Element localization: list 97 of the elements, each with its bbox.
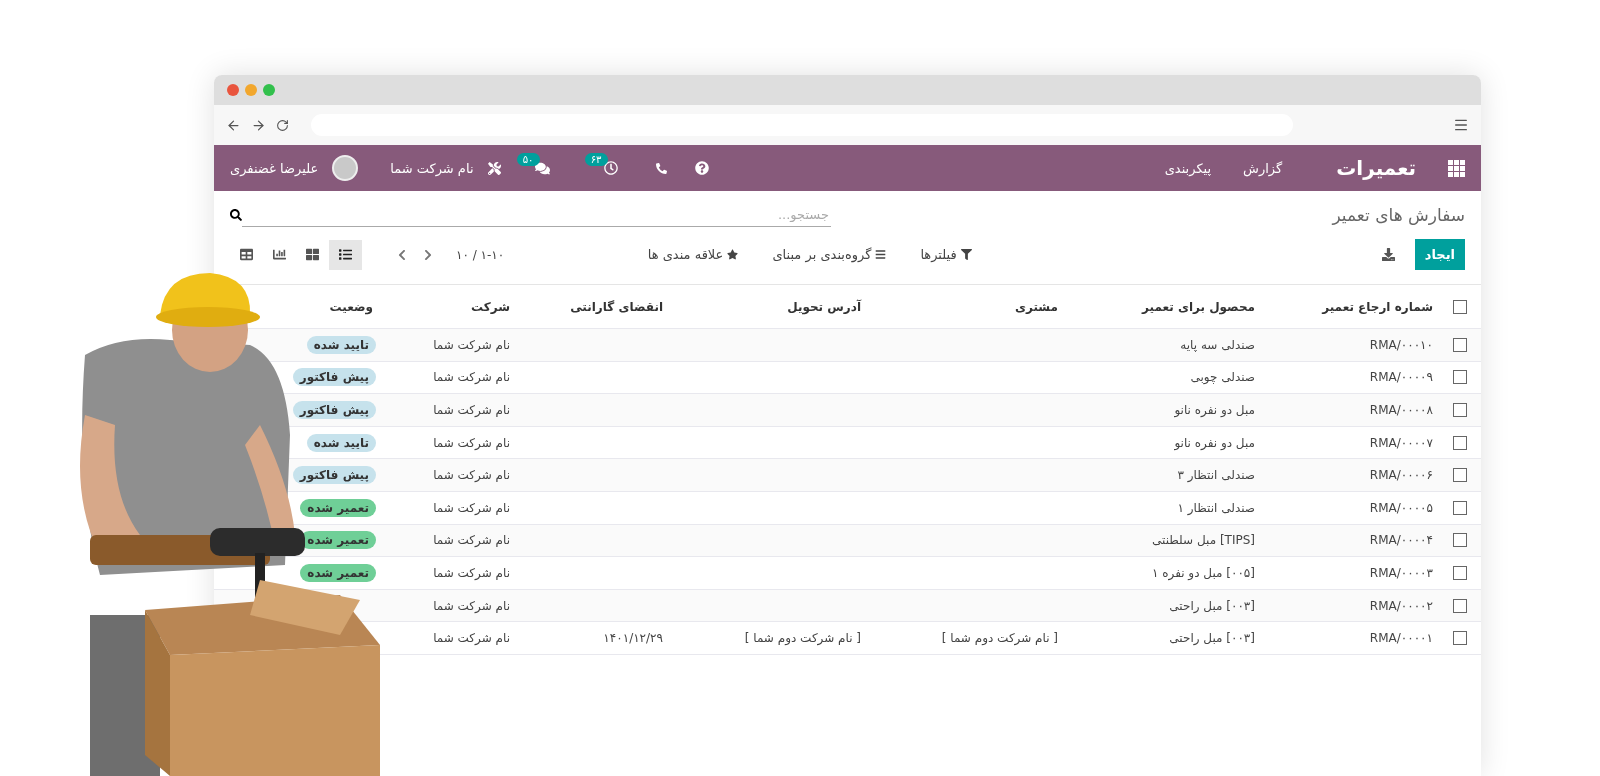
table-cell: RMA/۰۰۰۰۷ <box>1369 435 1433 450</box>
table-cell: RMA/۰۰۰۰۱ <box>1369 631 1433 646</box>
table-cell: [TIPS] مبل سلطنتی <box>1152 533 1255 548</box>
clock-icon[interactable] <box>603 161 618 175</box>
next-icon[interactable] <box>422 248 434 261</box>
column-header[interactable]: انقضای گارانتی <box>570 299 663 314</box>
pager: ۱-۱۰ / ۱۰ <box>456 247 505 262</box>
table-cell: نام شرکت شما <box>433 533 510 548</box>
status-tag: تایید شده <box>306 433 376 452</box>
status-tag: تعمیر شده <box>300 498 376 517</box>
list-icon <box>339 248 352 261</box>
apps-icon[interactable] <box>1448 159 1465 177</box>
app-title: تعمیرات <box>1336 156 1416 180</box>
table-cell: [۰۰۳] مبل راحتی <box>1169 598 1255 613</box>
reload-icon[interactable] <box>276 118 289 132</box>
table-cell: RMA/۰۰۰۰۳ <box>1369 565 1433 580</box>
table-cell: صندلی چوبی <box>1190 370 1255 385</box>
table-cell: نام شرکت شما <box>433 337 510 352</box>
table-cell: RMA/۰۰۰۰۸ <box>1369 403 1433 417</box>
table-cell: صندلی سه پایه <box>1180 337 1255 352</box>
list-icon <box>875 249 887 260</box>
minimize-window-dot[interactable] <box>245 84 257 96</box>
column-header[interactable]: شماره ارجاع تعمیر <box>1322 299 1433 314</box>
back-icon[interactable] <box>226 117 241 133</box>
table-cell: نام شرکت شما <box>433 435 510 450</box>
row-checkbox[interactable] <box>1453 468 1467 483</box>
table-cell: مبل دو نفره نانو <box>1174 435 1255 450</box>
menu-item[interactable]: گزارش <box>1243 160 1283 176</box>
table-cell: نام شرکت شما <box>433 468 510 483</box>
avatar[interactable] <box>332 155 359 181</box>
table-cell: [ نام شرکت دوم شما ] <box>941 631 1058 646</box>
tools-icon[interactable] <box>487 161 501 175</box>
breadcrumb: سفارش های تعمیر <box>1330 205 1465 225</box>
user-name[interactable]: علیرضا غضنفری <box>230 160 319 176</box>
row-checkbox[interactable] <box>1453 631 1467 646</box>
row-checkbox[interactable] <box>1453 500 1467 515</box>
table-cell: نام شرکت شما <box>433 500 510 515</box>
table-cell: [ نام شرکت دوم شما ] <box>744 631 861 646</box>
company-name[interactable]: نام شرکت شما <box>390 160 474 176</box>
column-header[interactable]: شرکت <box>471 299 510 314</box>
column-header[interactable]: وضعیت <box>329 299 373 314</box>
row-checkbox[interactable] <box>1453 598 1467 613</box>
table-cell: RMA/۰۰۰۰۹ <box>1369 370 1433 385</box>
row-checkbox[interactable] <box>1453 533 1467 548</box>
table-cell: RMA/۰۰۰۰۶ <box>1369 468 1433 483</box>
maximize-window-dot[interactable] <box>263 84 275 96</box>
filter-menu-button[interactable]: فیلترها <box>914 246 978 263</box>
download-icon[interactable] <box>1381 248 1395 261</box>
table-cell: صندلی انتظار ۳ <box>1177 468 1255 483</box>
table-cell: مبل دو نفره نانو <box>1174 403 1255 417</box>
search-field[interactable]: جستجو... <box>242 203 831 227</box>
row-checkbox[interactable] <box>1453 435 1467 450</box>
filter-icon <box>960 249 972 260</box>
table-cell: [۰۰۵] مبل دو نفره ۱ <box>1151 565 1255 580</box>
table-cell: نام شرکت شما <box>433 631 510 646</box>
list-view-button[interactable] <box>329 239 362 270</box>
favorite-menu-button[interactable]: علاقه مندی ها <box>641 246 745 263</box>
table-cell: نام شرکت شما <box>433 370 510 385</box>
star-icon <box>727 249 739 260</box>
status-tag: تایید شده <box>306 335 376 354</box>
table-cell: نام شرکت شما <box>433 565 510 580</box>
forward-icon[interactable] <box>251 117 266 133</box>
table-cell: RMA/۰۰۰۱۰ <box>1369 337 1433 352</box>
menu-item[interactable]: پیکربندی <box>1164 160 1212 176</box>
status-tag: تعمیر شده <box>300 563 376 582</box>
status-tag: پیش فاکتور <box>292 401 376 419</box>
row-checkbox[interactable] <box>1453 565 1467 580</box>
table-cell: RMA/۰۰۰۰۴ <box>1369 533 1433 548</box>
status-tag: پیش فاکتور <box>292 466 376 485</box>
group-menu-button[interactable]: گروه‌بندی بر مبنای <box>766 246 893 263</box>
row-checkbox[interactable] <box>1453 337 1467 352</box>
message-count: ۵۰ <box>516 152 540 166</box>
close-window-dot[interactable] <box>227 84 239 96</box>
table-icon <box>240 248 253 261</box>
table-cell: RMA/۰۰۰۰۵ <box>1369 500 1433 515</box>
help-icon[interactable] <box>694 161 709 175</box>
table-cell: RMA/۰۰۰۰۲ <box>1369 598 1433 613</box>
status-tag: پیش فاکتور <box>292 368 376 387</box>
table-cell: نام شرکت شما <box>433 598 510 613</box>
table-cell: ۱۴۰۱/۱۲/۲۹ <box>603 631 663 646</box>
row-checkbox[interactable] <box>1453 370 1467 385</box>
search-icon[interactable] <box>230 209 242 221</box>
bar-chart-icon <box>273 248 286 261</box>
table-cell: صندلی انتظار ۱ <box>1177 500 1255 515</box>
table-cell: نام شرکت شما <box>433 403 510 417</box>
grid-icon <box>306 248 319 261</box>
select-all-checkbox[interactable] <box>1453 299 1467 314</box>
column-header[interactable]: آدرس تحویل <box>787 299 861 314</box>
column-header[interactable]: محصول برای تعمیر <box>1142 299 1255 314</box>
menu-icon[interactable] <box>1453 117 1469 133</box>
table-cell: [۰۰۳] مبل راحتی <box>1169 631 1255 646</box>
previous-icon[interactable] <box>396 248 408 261</box>
phone-icon[interactable] <box>655 162 667 174</box>
column-header[interactable]: مشتری <box>1015 299 1058 314</box>
activity-count: ۶۳ <box>584 153 608 166</box>
row-checkbox[interactable] <box>1453 403 1467 417</box>
chat-icon[interactable] <box>534 160 550 176</box>
